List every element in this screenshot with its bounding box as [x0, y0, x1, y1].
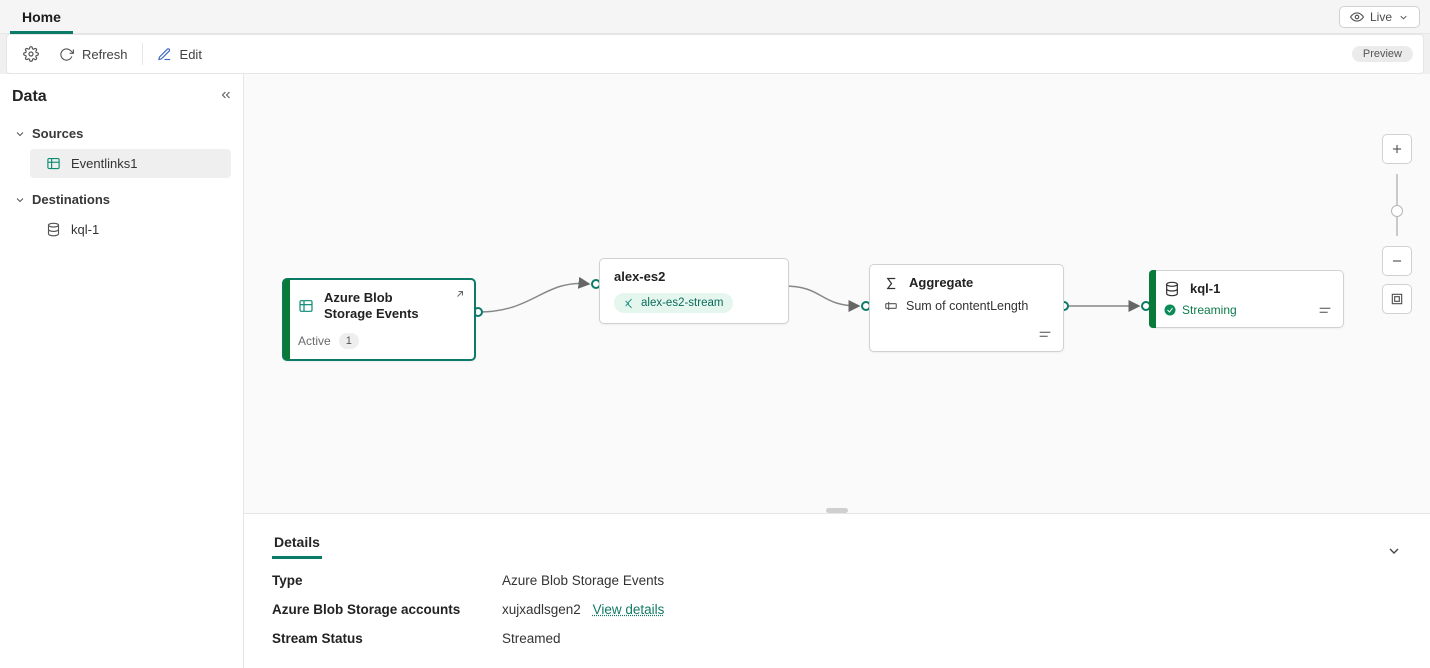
zoom-out-button[interactable] [1382, 246, 1412, 276]
tree-group-sources[interactable]: Sources [12, 120, 231, 147]
tab-home[interactable]: Home [10, 3, 73, 34]
pencil-icon [157, 47, 172, 62]
chevron-down-icon [14, 194, 26, 206]
eye-icon [1350, 10, 1364, 24]
view-details-link[interactable]: View details [593, 602, 665, 617]
node-status: Streaming [1182, 303, 1237, 317]
refresh-icon [59, 47, 74, 62]
node-badge: 1 [339, 333, 359, 349]
sigma-icon [884, 276, 899, 291]
toolbar-separator [142, 43, 143, 65]
tabstrip: Home Live [0, 0, 1430, 34]
details-keyvalues: Type Azure Blob Storage Events Azure Blo… [272, 573, 1402, 646]
chevron-down-icon [1398, 12, 1409, 23]
table-icon [46, 156, 61, 171]
gear-icon [23, 46, 39, 62]
stream-chip: alex-es2-stream [614, 293, 733, 313]
chip-label: alex-es2-stream [641, 297, 723, 309]
collapse-details-button[interactable] [1386, 543, 1402, 559]
node-stream[interactable]: alex-es2 alex-es2-stream [599, 258, 789, 324]
node-title: kql-1 [1190, 281, 1220, 297]
node-menu-button[interactable] [1317, 303, 1333, 319]
node-destination[interactable]: kql-1 Streaming [1149, 270, 1344, 328]
main: Data Sources Eventlinks1 Destinations [0, 74, 1430, 668]
sources-label: Sources [32, 126, 83, 141]
live-toggle[interactable]: Live [1339, 6, 1420, 28]
table-icon [298, 298, 314, 314]
zoom-slider-thumb[interactable] [1391, 205, 1403, 217]
tree-item-kql1[interactable]: kql-1 [30, 215, 231, 244]
refresh-button[interactable]: Refresh [49, 41, 138, 68]
live-label: Live [1370, 10, 1392, 24]
node-detail: Sum of contentLength [906, 299, 1028, 313]
node-title: Azure Blob Storage Events [324, 290, 444, 323]
kv-value-accounts: xujxadlsgen2 View details [502, 602, 1402, 617]
node-menu-button[interactable] [1037, 327, 1053, 343]
canvas[interactable]: Azure Blob Storage Events Active 1 alex-… [244, 74, 1430, 513]
edit-label: Edit [180, 47, 202, 62]
settings-button[interactable] [13, 40, 49, 68]
zoom-in-button[interactable] [1382, 134, 1412, 164]
kv-account-name: xujxadlsgen2 [502, 602, 581, 617]
details-panel: Details Type Azure Blob Storage Events A… [244, 513, 1430, 668]
canvas-wrap: Azure Blob Storage Events Active 1 alex-… [244, 74, 1430, 668]
refresh-label: Refresh [82, 47, 128, 62]
drag-handle[interactable] [826, 508, 848, 513]
database-icon [1164, 281, 1180, 297]
zoom-slider[interactable] [1396, 174, 1398, 236]
edit-button[interactable]: Edit [147, 41, 212, 68]
node-title: alex-es2 [614, 269, 776, 285]
node-aggregate[interactable]: Aggregate Sum of contentLength [869, 264, 1064, 352]
toolbar: Refresh Edit Preview [6, 34, 1424, 74]
preview-pill: Preview [1352, 46, 1413, 62]
sidebar-title: Data [12, 88, 231, 106]
checkmark-circle-icon [1164, 304, 1176, 316]
chevron-down-icon [14, 128, 26, 140]
kv-value-type: Azure Blob Storage Events [502, 573, 1402, 588]
destinations-label: Destinations [32, 192, 110, 207]
tree-item-label: Eventlinks1 [71, 156, 137, 171]
route-icon [624, 298, 635, 309]
kv-key-accounts: Azure Blob Storage accounts [272, 602, 502, 617]
collapse-sidebar-button[interactable] [219, 88, 233, 105]
kv-key-status: Stream Status [272, 631, 502, 646]
database-icon [46, 222, 61, 237]
node-title: Aggregate [909, 275, 973, 291]
node-status-label: Active [298, 334, 331, 348]
node-source[interactable]: Azure Blob Storage Events Active 1 [282, 278, 476, 361]
kv-key-type: Type [272, 573, 502, 588]
sidebar: Data Sources Eventlinks1 Destinations [0, 74, 244, 668]
canvas-controls [1382, 134, 1412, 314]
fit-view-button[interactable] [1382, 284, 1412, 314]
tree-group-destinations[interactable]: Destinations [12, 186, 231, 213]
tree-item-eventlinks1[interactable]: Eventlinks1 [30, 149, 231, 178]
rename-icon [884, 299, 898, 313]
chevron-double-left-icon [219, 88, 233, 102]
tree-item-label: kql-1 [71, 222, 99, 237]
kv-value-status: Streamed [502, 631, 1402, 646]
details-tab[interactable]: Details [272, 528, 322, 559]
